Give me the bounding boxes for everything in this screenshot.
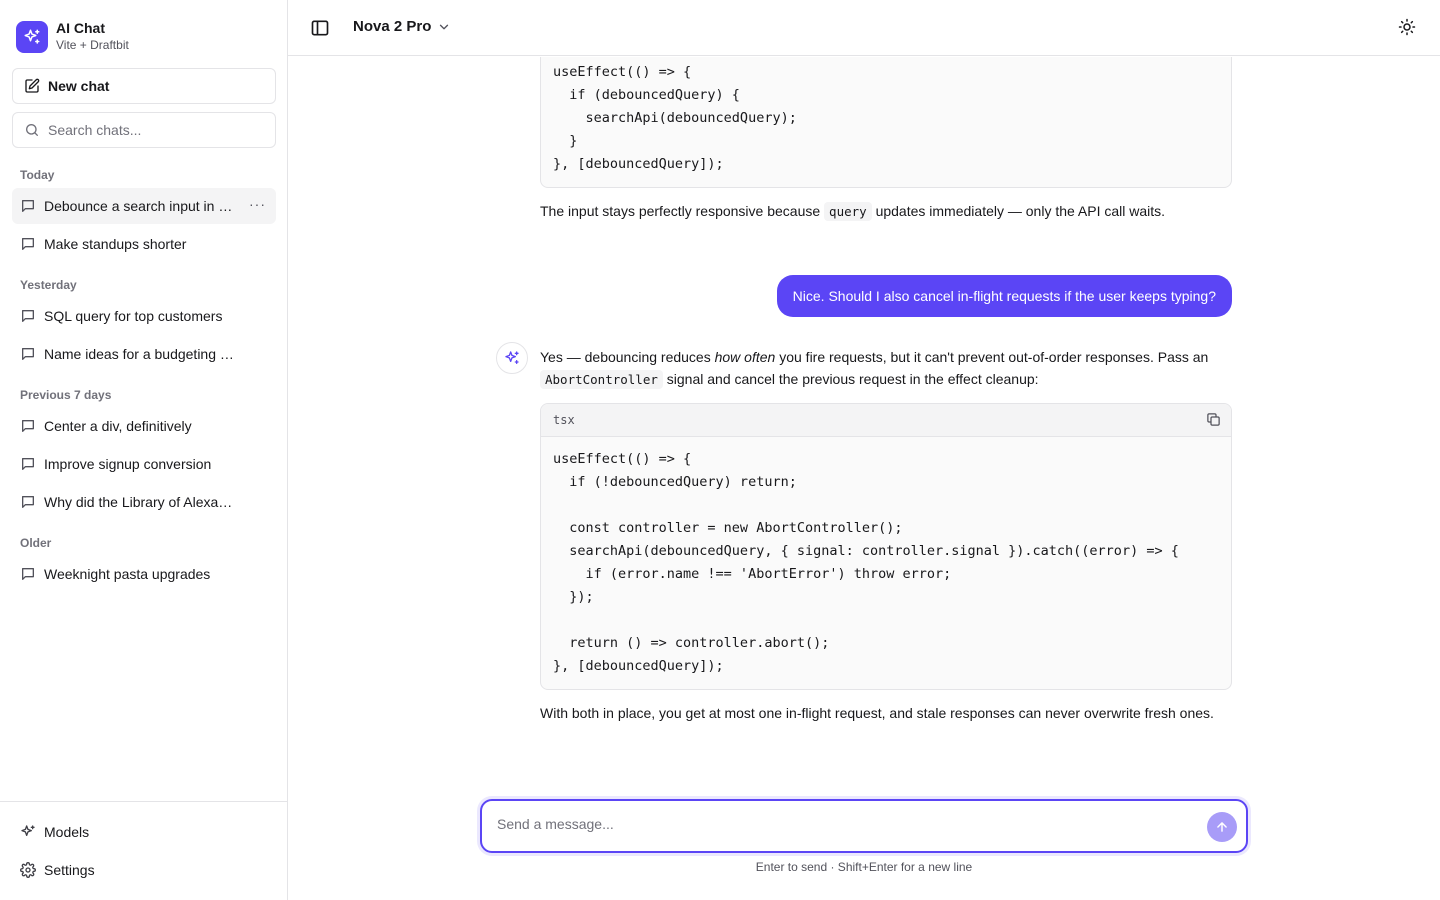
copy-icon[interactable] xyxy=(1206,412,1221,430)
chat-item-label: Why did the Library of Alexa… xyxy=(44,494,233,510)
chat-item[interactable]: Center a div, definitively xyxy=(12,408,276,444)
chat-item-label: Make standups shorter xyxy=(44,236,187,252)
app-title: AI Chat xyxy=(56,20,105,36)
search-input[interactable] xyxy=(48,122,268,138)
chat-item[interactable]: Weeknight pasta upgrades xyxy=(12,556,276,592)
assistant-paragraph: With both in place, you get at most one … xyxy=(540,705,1214,721)
code-block: useEffect(() => { if (debouncedQuery) { … xyxy=(540,57,1232,188)
send-button[interactable] xyxy=(1207,812,1237,842)
sparkles-icon xyxy=(21,825,35,836)
code-content: useEffect(() => { if (!debouncedQuery) r… xyxy=(553,451,1179,674)
chat-item[interactable]: Why did the Library of Alexa… xyxy=(12,484,276,520)
more-icon[interactable]: ··· xyxy=(249,197,266,211)
composer-hint: Enter to send · Shift+Enter for a new li… xyxy=(755,860,973,874)
settings-label: Settings xyxy=(44,862,95,878)
message-icon xyxy=(22,458,34,470)
chat-item[interactable]: Name ideas for a budgeting … xyxy=(12,336,276,372)
chat-item[interactable]: SQL query for top customers xyxy=(12,298,276,334)
chat-item-label: Debounce a search input in … xyxy=(44,198,233,214)
new-chat-button[interactable]: New chat xyxy=(12,68,276,104)
chat-item-label: Improve signup conversion xyxy=(44,456,212,472)
model-name: Nova 2 Pro xyxy=(353,18,432,35)
code-block-header: tsx xyxy=(541,404,1231,437)
arrow-up-icon xyxy=(1217,822,1227,832)
user-message: Nice. Should I also cancel in-flight req… xyxy=(776,275,1232,317)
message-icon xyxy=(22,348,34,360)
section-label-previous-7-days: Previous 7 days xyxy=(20,388,112,402)
assistant-paragraph: Yes — debouncing reduces how often you f… xyxy=(540,349,1209,389)
chat-item-label: Weeknight pasta upgrades xyxy=(44,566,211,582)
inline-code: query xyxy=(824,202,872,221)
search-icon xyxy=(26,124,38,136)
message-icon xyxy=(22,496,34,508)
new-chat-label: New chat xyxy=(48,78,110,94)
assistant-avatar xyxy=(496,342,528,374)
code-block: tsx useEffect(() => { if (!debouncedQuer… xyxy=(540,403,1232,690)
brand: AI Chat Vite + Draftbit xyxy=(16,20,129,53)
section-label-today: Today xyxy=(20,168,55,182)
chevron-down-icon xyxy=(440,24,449,29)
settings-link[interactable]: Settings xyxy=(12,853,276,887)
message-icon xyxy=(22,310,34,322)
conversation: useEffect(() => { if (debouncedQuery) { … xyxy=(288,57,1440,900)
models-label: Models xyxy=(44,824,90,840)
settings-icon xyxy=(20,862,36,878)
message-icon xyxy=(22,200,34,212)
edit-icon xyxy=(25,78,40,93)
models-link[interactable]: Models xyxy=(12,815,276,849)
sidebar-footer: Models Settings xyxy=(0,801,287,900)
message-icon xyxy=(22,420,34,432)
message-composer xyxy=(480,799,1248,853)
chat-item-label: Center a div, definitively xyxy=(44,418,192,434)
app-subtitle: Vite + Draftbit xyxy=(56,38,129,52)
sidebar: AI Chat Vite + Draftbit New chat Today D… xyxy=(0,0,288,900)
message-icon xyxy=(22,568,34,580)
chat-item-label: Name ideas for a budgeting … xyxy=(44,346,234,362)
chat-item[interactable]: Improve signup conversion xyxy=(12,446,276,482)
section-label-yesterday: Yesterday xyxy=(20,278,77,292)
inline-code: AbortController xyxy=(540,370,663,389)
assistant-paragraph: The input stays perfectly responsive bec… xyxy=(540,202,1166,221)
sun-icon[interactable] xyxy=(1398,18,1418,38)
message-icon xyxy=(22,238,34,250)
sparkles-icon xyxy=(505,351,519,364)
chat-item[interactable]: Debounce a search input in … ··· xyxy=(12,188,276,224)
chat-item[interactable]: Make standups shorter xyxy=(12,226,276,262)
code-content: useEffect(() => { if (debouncedQuery) { … xyxy=(553,64,797,172)
chat-item-label: SQL query for top customers xyxy=(44,308,223,324)
message-input[interactable] xyxy=(497,816,1187,832)
top-bar: Nova 2 Pro xyxy=(288,0,1440,56)
sparkles-icon xyxy=(16,20,48,53)
sidebar-toggle-icon[interactable] xyxy=(310,18,330,38)
model-selector[interactable]: Nova 2 Pro xyxy=(353,18,451,35)
code-language: tsx xyxy=(553,413,575,427)
search-box xyxy=(12,112,276,148)
section-label-older: Older xyxy=(20,536,52,550)
